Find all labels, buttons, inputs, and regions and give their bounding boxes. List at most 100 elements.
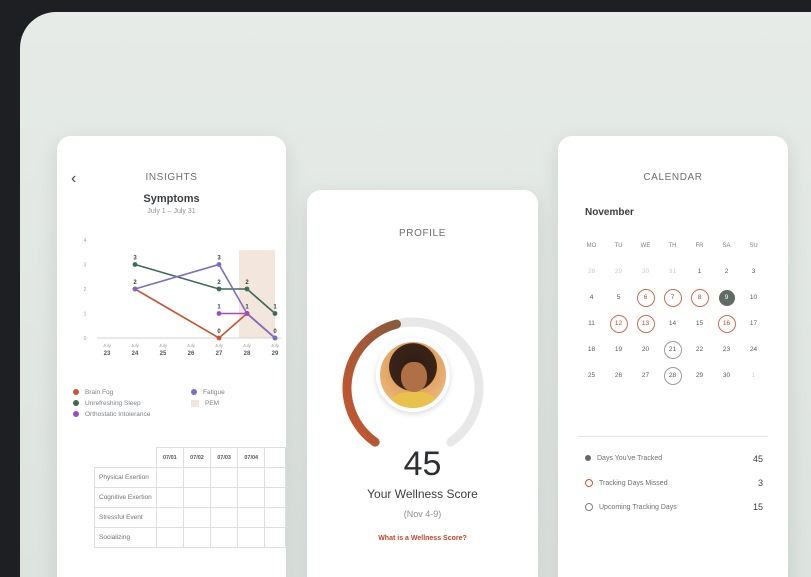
calendar-day-number: 29: [614, 268, 623, 275]
calendar-day[interactable]: 8: [686, 289, 713, 307]
profile-title: PROFILE: [399, 228, 446, 239]
calendar-day[interactable]: 19: [605, 341, 632, 359]
data-label: 0: [273, 329, 277, 335]
symptoms-line-chart: 01234July23July24July25July26July27July2…: [84, 238, 281, 357]
table-row-label: Physical Exertion: [94, 467, 157, 488]
calendar-day[interactable]: 9: [713, 289, 740, 307]
table-cell[interactable]: [155, 527, 184, 548]
calendar-day[interactable]: 7: [659, 289, 686, 307]
avatar: [376, 338, 450, 412]
table-cell[interactable]: [237, 467, 266, 488]
table-cell[interactable]: [155, 507, 184, 528]
series-point: [132, 286, 138, 292]
calendar-day-number: 5: [616, 294, 621, 301]
calendar-day[interactable]: 2: [713, 263, 740, 281]
calendar-day[interactable]: 31: [659, 263, 686, 281]
x-tick-label: 29: [272, 351, 279, 357]
calendar-day[interactable]: 1: [740, 367, 767, 385]
calendar-day-number: 10: [749, 294, 758, 301]
series-point: [216, 335, 222, 341]
calendar-day[interactable]: 30: [632, 263, 659, 281]
calendar-day[interactable]: 13: [632, 315, 659, 333]
table-cell[interactable]: [264, 507, 286, 528]
table-cell[interactable]: [182, 527, 212, 548]
x-tick-label: July: [215, 343, 224, 348]
wellness-score-info-link[interactable]: What is a Wellness Score?: [307, 535, 538, 542]
y-tick-label: 2: [84, 287, 87, 293]
calendar-day[interactable]: 29: [605, 263, 632, 281]
calendar-day-number: 3: [751, 268, 756, 275]
y-tick-label: 1: [84, 312, 87, 318]
calendar-day[interactable]: 16: [713, 315, 740, 333]
calendar-card: CALENDAR November MO TU WE TH FR SA SU 28 29 30 31…: [558, 136, 788, 577]
calendar-day-number: 28: [587, 268, 596, 275]
calendar-day[interactable]: 23: [713, 341, 740, 359]
data-label: 2: [217, 280, 221, 286]
tracking-stat: Upcoming Tracking Days 15: [585, 502, 763, 512]
table-cell[interactable]: [264, 467, 286, 488]
calendar-day[interactable]: 18: [578, 341, 605, 359]
calendar-day-number: 21: [663, 341, 682, 359]
showcase-background: ‹ INSIGHTS Symptoms July 1 – July 31 012…: [20, 12, 811, 577]
calendar-day[interactable]: 25: [578, 367, 605, 385]
table-row: Physical Exertion: [94, 467, 286, 488]
calendar-day-number: 18: [587, 346, 596, 353]
calendar-day-number: 17: [749, 320, 758, 327]
table-row: Cognitive Exertion: [94, 487, 286, 508]
legend-marker: [191, 389, 197, 396]
calendar-day[interactable]: 30: [713, 367, 740, 385]
calendar-day-number: 26: [614, 372, 623, 379]
calendar-day[interactable]: 6: [632, 289, 659, 307]
table-cell[interactable]: [210, 467, 239, 488]
x-tick-label: July: [187, 343, 196, 348]
table-cell[interactable]: [182, 467, 212, 488]
table-cell[interactable]: [210, 487, 239, 508]
calendar-day-number: 29: [695, 372, 704, 379]
table-column-header: 07/03: [210, 447, 239, 468]
calendar-day[interactable]: 27: [632, 367, 659, 385]
calendar-day[interactable]: 22: [686, 341, 713, 359]
calendar-day[interactable]: 21: [659, 341, 686, 359]
calendar-day[interactable]: 4: [578, 289, 605, 307]
calendar-day[interactable]: 28: [659, 367, 686, 385]
y-tick-label: 0: [84, 336, 87, 342]
table-cell[interactable]: [237, 527, 266, 548]
table-cell[interactable]: [264, 487, 286, 508]
table-cell[interactable]: [182, 487, 212, 508]
calendar-day[interactable]: 3: [740, 263, 767, 281]
calendar-day[interactable]: 5: [605, 289, 632, 307]
calendar-day[interactable]: 17: [740, 315, 767, 333]
table-row-label: Socializing: [94, 527, 157, 548]
legend-item: Brain Fog: [73, 389, 113, 396]
calendar-day[interactable]: 11: [578, 315, 605, 333]
calendar-day[interactable]: 28: [578, 263, 605, 281]
calendar-day-number: 4: [589, 294, 594, 301]
calendar-day[interactable]: 24: [740, 341, 767, 359]
tracking-stat: Days You've Tracked 45: [585, 454, 763, 464]
calendar-day[interactable]: 29: [686, 367, 713, 385]
table-cell[interactable]: [155, 487, 184, 508]
calendar-day[interactable]: 15: [686, 315, 713, 333]
calendar-day[interactable]: 12: [605, 315, 632, 333]
x-tick-label: July: [103, 343, 112, 348]
y-tick-label: 4: [84, 238, 87, 244]
calendar-day[interactable]: 14: [659, 315, 686, 333]
table-cell[interactable]: [182, 507, 212, 528]
table-cell[interactable]: [210, 507, 239, 528]
calendar-day-number: 15: [695, 320, 704, 327]
table-cell[interactable]: [210, 527, 239, 548]
calendar-grid: MO TU WE TH FR SA SU 28 29 30 31 1 2 3 4 5 6 7 8 9 10 11 12 13 1…: [578, 233, 770, 389]
legend-marker: [73, 389, 79, 396]
weekday-header: MO TU WE TH FR SA SU: [578, 233, 770, 259]
calendar-day[interactable]: 20: [632, 341, 659, 359]
calendar-day[interactable]: 26: [605, 367, 632, 385]
data-label: 0: [217, 329, 221, 335]
table-cell[interactable]: [155, 467, 184, 488]
calendar-day[interactable]: 1: [686, 263, 713, 281]
calendar-day[interactable]: 10: [740, 289, 767, 307]
tracking-stat-value: 45: [752, 454, 763, 464]
weekday-label: TH: [668, 243, 677, 249]
table-cell[interactable]: [237, 487, 266, 508]
table-cell[interactable]: [237, 507, 266, 528]
table-cell[interactable]: [264, 527, 286, 548]
